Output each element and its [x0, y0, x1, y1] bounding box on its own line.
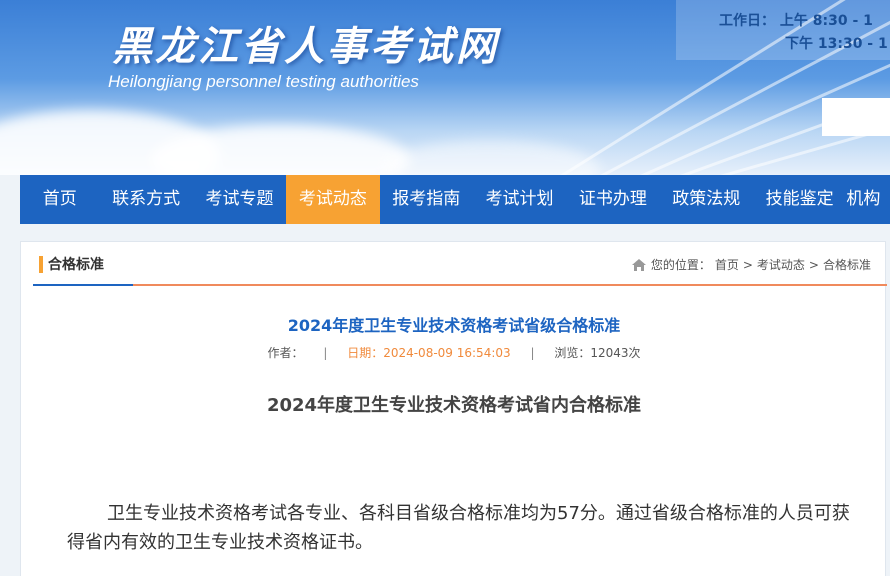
breadcrumb-current[interactable]: 合格标准 [823, 256, 871, 273]
nav-item-guide[interactable]: 报考指南 [380, 175, 473, 224]
header-banner: 黑龙江省人事考试网 Heilongjiang personnel testing… [0, 0, 890, 175]
nav-item-contact[interactable]: 联系方式 [99, 175, 192, 224]
meta-separator: | [323, 346, 328, 360]
breadcrumb-separator: > [808, 257, 819, 272]
breadcrumb-home[interactable]: 首页 [715, 256, 739, 273]
site-title: 黑龙江省人事考试网 [112, 23, 499, 70]
search-input[interactable] [822, 98, 890, 136]
section-underline [33, 284, 133, 286]
nav-item-policy[interactable]: 政策法规 [660, 175, 753, 224]
breadcrumb: 您的位置： 首页 > 考试动态 > 合格标准 [631, 256, 871, 273]
nav-item-plan[interactable]: 考试计划 [473, 175, 566, 224]
site-subtitle: Heilongjiang personnel testing authoriti… [108, 72, 419, 91]
breadcrumb-news[interactable]: 考试动态 [757, 256, 805, 273]
meta-separator: | [530, 346, 535, 360]
article-date: 日期：2024-08-09 16:54:03 [347, 346, 511, 360]
hours-line-1: 工作日： 上午 8:30 - 1 [719, 13, 873, 29]
section-marker [39, 256, 43, 273]
breadcrumb-separator: > [742, 257, 753, 272]
main-nav: 首页 联系方式 考试专题 考试动态 报考指南 考试计划 证书办理 政策法规 技能… [20, 175, 890, 224]
author-label: 作者： [267, 346, 304, 360]
nav-item-certificate[interactable]: 证书办理 [566, 175, 659, 224]
home-icon [631, 258, 647, 272]
nav-item-org[interactable]: 机构 [846, 175, 890, 224]
section-header: 合格标准 您的位置： 首页 > 考试动态 > 合格标准 [33, 242, 887, 286]
nav-item-skills[interactable]: 技能鉴定 [753, 175, 846, 224]
nav-item-home[interactable]: 首页 [20, 175, 99, 224]
article-meta: 作者： | 日期：2024-08-09 16:54:03 | 浏览：12043次 [21, 344, 887, 361]
article-body: 卫生专业技术资格考试各专业、各科目省级合格标准均为57分。通过省级合格标准的人员… [67, 503, 850, 553]
article-subtitle: 2024年度卫生专业技术资格考试省内合格标准 [266, 395, 642, 416]
article-views: 浏览：12043次 [554, 346, 641, 360]
working-hours: 工作日： 上午 8:30 - 1 下午 13:30 - 1 [676, 0, 890, 60]
nav-item-news[interactable]: 考试动态 [286, 175, 380, 224]
content-panel: 合格标准 您的位置： 首页 > 考试动态 > 合格标准 2024年度卫生专业技术… [20, 241, 887, 576]
nav-item-topics[interactable]: 考试专题 [193, 175, 286, 224]
breadcrumb-prefix: 您的位置： [650, 258, 711, 272]
hours-line-2: 下午 13:30 - 1 [785, 36, 888, 52]
section-title: 合格标准 [48, 257, 104, 273]
article-title: 2024年度卫生专业技术资格考试省级合格标准 [287, 316, 621, 335]
